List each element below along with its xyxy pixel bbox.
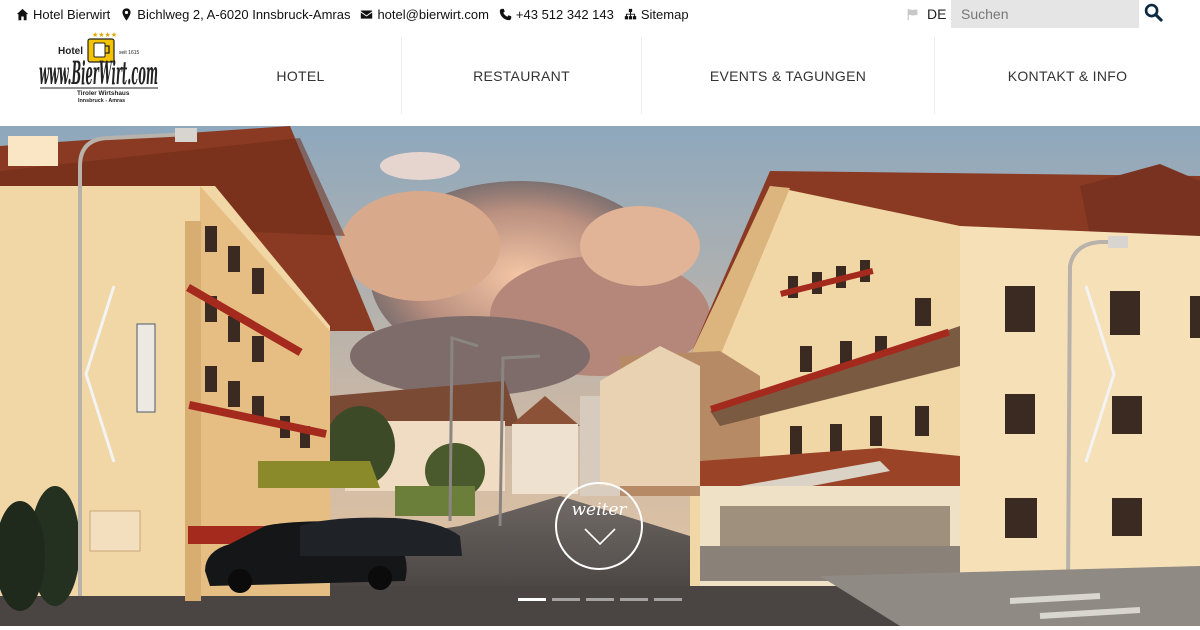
envelope-icon: [361, 9, 373, 19]
slider-dot-5[interactable]: [654, 598, 682, 601]
svg-text:★★★★: ★★★★: [92, 32, 117, 39]
svg-text:Innsbruck - Amras: Innsbruck - Amras: [78, 98, 125, 104]
nav-restaurant-label: RESTAURANT: [473, 67, 570, 84]
sitemap-link: Sitemap: [640, 6, 689, 22]
search-icon: [1144, 3, 1163, 22]
slider-dot-3[interactable]: [586, 598, 614, 601]
search-button[interactable]: [1141, 2, 1165, 26]
contact-address[interactable]: Bichlweg 2, A-6020 Innsbruck-Amras: [120, 7, 350, 22]
contact-hotel[interactable]: Hotel Bierwirt: [16, 7, 110, 22]
main-navigation: HOTEL RESTAURANT EVENTS & TAGUNGEN KONTA…: [200, 37, 1200, 114]
svg-text:www.BierWirt.com: www.BierWirt.com: [39, 54, 158, 92]
nav-contact-label: KONTAKT & INFO: [1007, 67, 1128, 84]
scroll-next-button[interactable]: weiter: [555, 482, 643, 570]
nav-events-label: EVENTS & TAGUNGEN: [709, 67, 867, 84]
slider-prev-button[interactable]: [78, 284, 118, 464]
contact-phone[interactable]: +43 512 342 143: [499, 7, 614, 22]
logo-graphic: ★★★★ Hotel seit 1615 www.BierWirt.com Ti…: [39, 31, 158, 104]
nav-hotel[interactable]: HOTEL: [200, 37, 402, 114]
nav-hotel-label: HOTEL: [276, 67, 325, 84]
hotel-name: Hotel Bierwirt: [33, 6, 111, 22]
nav-events[interactable]: EVENTS & TAGUNGEN: [642, 37, 935, 114]
phone-icon: [499, 8, 512, 20]
phone-number: +43 512 342 143: [515, 6, 614, 22]
address-text: Bichlweg 2, A-6020 Innsbruck-Amras: [137, 6, 351, 22]
svg-text:Tiroler Wirtshaus: Tiroler Wirtshaus: [77, 90, 130, 97]
slider-dot-1[interactable]: [518, 598, 546, 601]
map-marker-icon: [122, 7, 131, 21]
slider-next-button[interactable]: [1082, 284, 1122, 464]
language-switcher[interactable]: DE: [906, 0, 946, 28]
nav-restaurant[interactable]: RESTAURANT: [402, 37, 642, 114]
contact-sitemap[interactable]: Sitemap: [624, 7, 689, 22]
nav-contact[interactable]: KONTAKT & INFO: [935, 37, 1200, 114]
sitemap-icon: [624, 8, 637, 19]
chevron-down-icon: [584, 528, 616, 546]
slider-dot-4[interactable]: [620, 598, 648, 601]
hotel-logo[interactable]: ★★★★ Hotel seit 1615 www.BierWirt.com Ti…: [36, 31, 164, 106]
scroll-next-label: weiter: [571, 500, 627, 520]
flag-icon: [907, 8, 918, 20]
email-link: hotel@bierwirt.com: [377, 6, 489, 22]
home-icon: [16, 8, 29, 20]
contact-bar: Hotel Bierwirt Bichlweg 2, A-6020 Innsbr…: [16, 0, 689, 28]
hero-slider: weiter: [0, 126, 1200, 626]
chevron-right-icon: [1084, 285, 1116, 463]
top-bar: Hotel Bierwirt Bichlweg 2, A-6020 Innsbr…: [0, 0, 1200, 28]
contact-email[interactable]: hotel@bierwirt.com: [360, 6, 489, 22]
search-input[interactable]: [951, 0, 1139, 28]
chevron-left-icon: [84, 285, 116, 463]
language-code: DE: [927, 6, 947, 22]
slider-pagination: [518, 598, 682, 601]
slider-dot-2[interactable]: [552, 598, 580, 601]
